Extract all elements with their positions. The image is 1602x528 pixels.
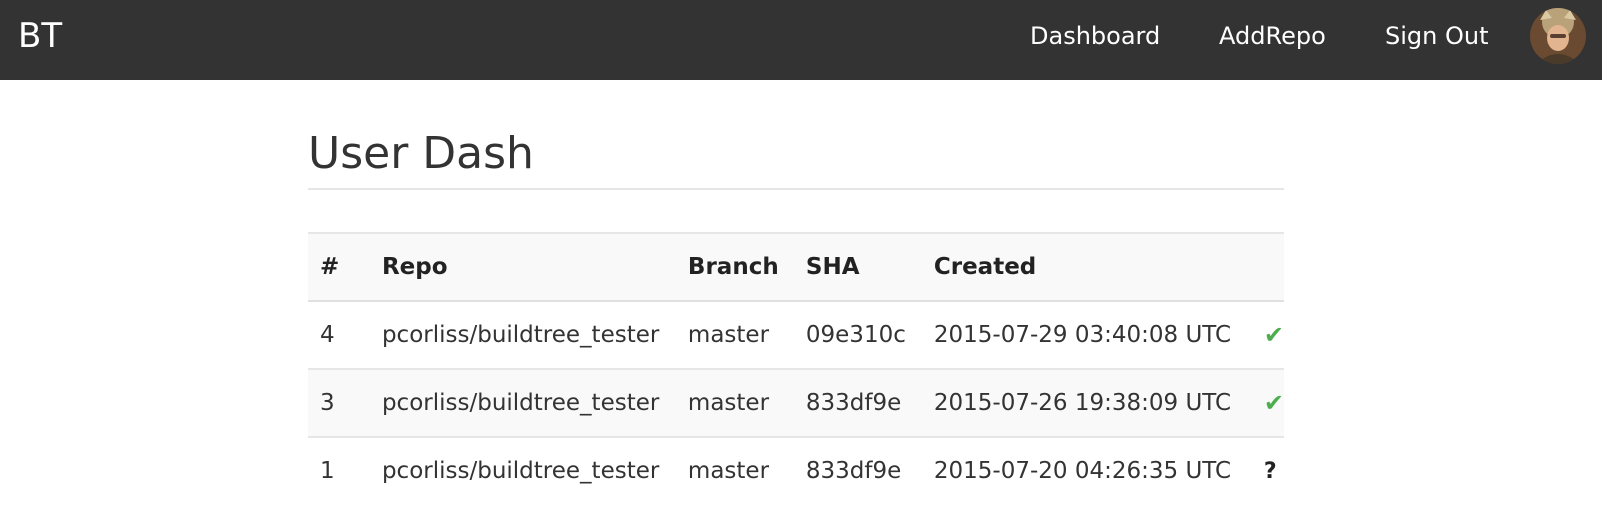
page-title: User Dash [308, 128, 534, 179]
cell-num: 3 [320, 390, 335, 416]
cell-created: 2015-07-26 19:38:09 UTC [933, 390, 1232, 416]
check-icon: ✔ [1263, 389, 1284, 417]
header-branch: Branch [687, 254, 779, 280]
header-sha: SHA [805, 254, 860, 280]
title-divider [308, 188, 1284, 190]
cell-repo: pcorliss/buildtree_tester [381, 458, 660, 484]
navbar: BT Dashboard AddRepo Sign Out [0, 0, 1602, 80]
avatar-icon [1530, 8, 1586, 64]
cell-repo: pcorliss/buildtree_tester [381, 390, 660, 416]
cell-sha: 09e310c [805, 322, 906, 348]
builds-table: # Repo Branch SHA Created 4 pcorliss/bui… [308, 232, 1284, 504]
nav-link-dashboard[interactable]: Dashboard [1030, 20, 1160, 52]
cell-branch: master [687, 458, 770, 484]
cell-status: ✔ [1252, 301, 1284, 369]
header-repo: Repo [381, 254, 448, 280]
cell-repo: pcorliss/buildtree_tester [381, 322, 660, 348]
cell-status: ? [1252, 437, 1284, 504]
check-icon: ✔ [1263, 321, 1284, 349]
header-status [1252, 233, 1284, 301]
nav-link-sign-out[interactable]: Sign Out [1385, 20, 1489, 52]
cell-num: 1 [320, 458, 335, 484]
table-row[interactable]: 1 pcorliss/buildtree_tester master 833df… [308, 437, 1284, 504]
cell-sha: 833df9e [805, 458, 902, 484]
cell-sha: 833df9e [805, 390, 902, 416]
table-row[interactable]: 4 pcorliss/buildtree_tester master 09e31… [308, 301, 1284, 369]
cell-num: 4 [320, 322, 335, 348]
header-created: Created [933, 254, 1037, 280]
table-header-row: # Repo Branch SHA Created [308, 233, 1284, 301]
header-num: # [320, 254, 340, 280]
user-avatar[interactable] [1530, 8, 1586, 64]
cell-created: 2015-07-29 03:40:08 UTC [933, 322, 1232, 348]
brand-link[interactable]: BT [18, 15, 62, 57]
cell-branch: master [687, 322, 770, 348]
cell-status: ✔ [1252, 369, 1284, 437]
cell-branch: master [687, 390, 770, 416]
table-row[interactable]: 3 pcorliss/buildtree_tester master 833df… [308, 369, 1284, 437]
question-icon: ? [1263, 459, 1277, 484]
cell-created: 2015-07-20 04:26:35 UTC [933, 458, 1232, 484]
nav-link-addrepo[interactable]: AddRepo [1219, 20, 1326, 52]
